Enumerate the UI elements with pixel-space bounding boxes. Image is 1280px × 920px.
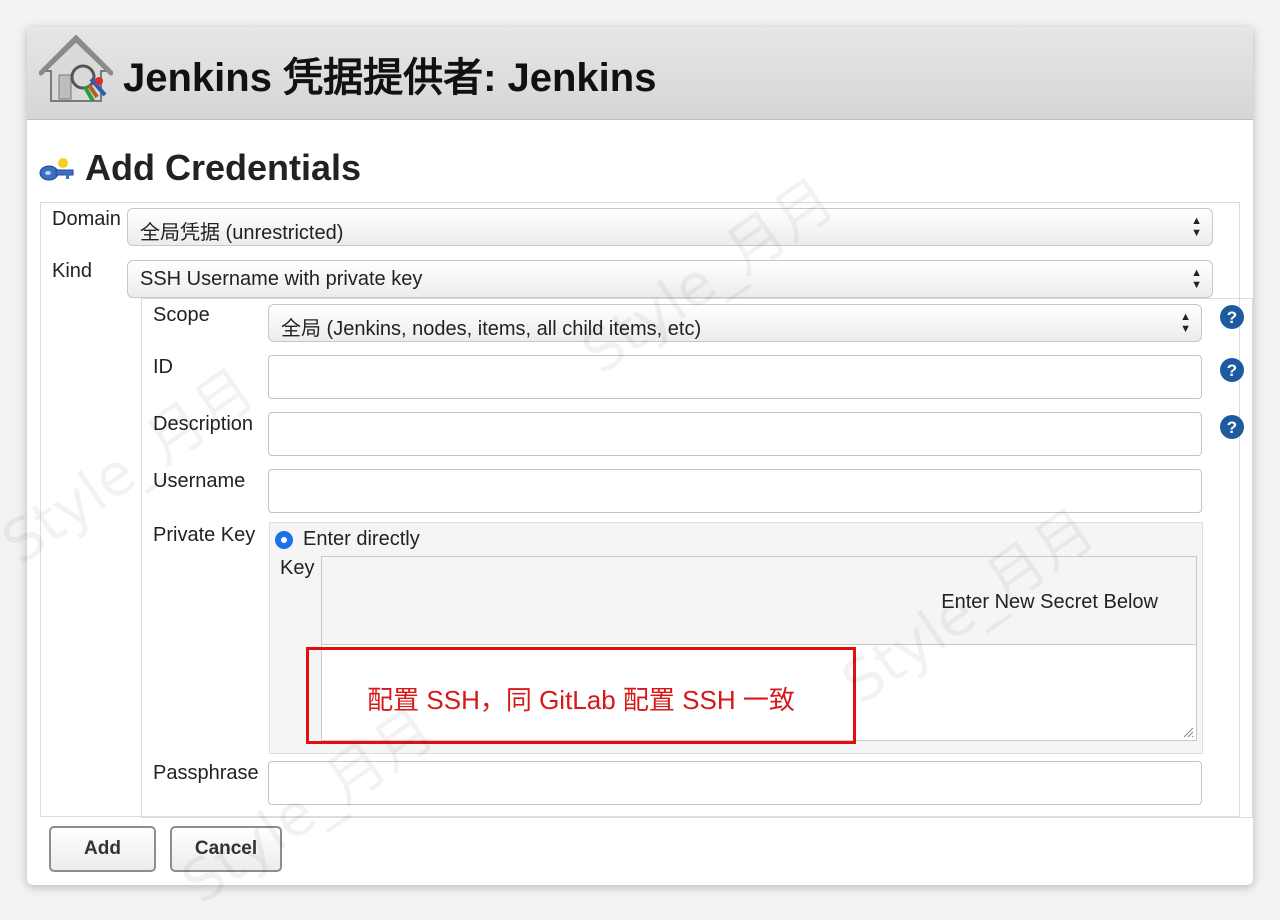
- help-icon[interactable]: ?: [1219, 304, 1245, 330]
- select-arrows-icon: ▲ ▼: [1180, 311, 1191, 335]
- id-label: ID: [153, 356, 173, 378]
- section-title: Add Credentials: [85, 147, 362, 188]
- credentials-page: Jenkins 凭据提供者: Jenkins Add Credentials D…: [27, 27, 1253, 885]
- key-icon: [39, 158, 74, 181]
- scope-label: Scope: [153, 304, 210, 326]
- help-icon[interactable]: ?: [1219, 357, 1245, 383]
- private-key-label: Private Key: [153, 524, 256, 546]
- page-title: Jenkins 凭据提供者: Jenkins: [123, 56, 657, 100]
- domain-select[interactable]: 全局凭据 (unrestricted) ▲ ▼: [127, 208, 1213, 246]
- description-input[interactable]: [268, 412, 1202, 456]
- secret-notice: Enter New Secret Below: [321, 556, 1197, 644]
- resize-handle-icon[interactable]: [1182, 726, 1194, 738]
- select-arrows-icon: ▲ ▼: [1191, 215, 1202, 239]
- svg-text:?: ?: [1227, 361, 1237, 380]
- svg-text:?: ?: [1227, 418, 1237, 437]
- passphrase-input[interactable]: [268, 761, 1202, 805]
- jenkins-credentials-house-icon: [39, 35, 113, 102]
- domain-label: Domain: [52, 208, 121, 230]
- description-label: Description: [153, 413, 254, 435]
- id-input[interactable]: [268, 355, 1202, 399]
- cancel-button[interactable]: Cancel: [170, 826, 282, 872]
- kind-label: Kind: [52, 260, 93, 282]
- add-button[interactable]: Add: [49, 826, 156, 872]
- annotation-text: 配置 SSH，同 GitLab 配置 SSH 一致: [367, 685, 795, 715]
- page-header: Jenkins 凭据提供者: Jenkins: [27, 27, 1253, 120]
- annotation-highlight-box: 配置 SSH，同 GitLab 配置 SSH 一致: [306, 647, 856, 744]
- secret-placeholder-text: Enter New Secret Below: [941, 591, 1158, 613]
- key-label: Key: [280, 557, 315, 579]
- select-arrows-icon: ▲ ▼: [1191, 267, 1202, 291]
- kind-select[interactable]: SSH Username with private key ▲ ▼: [127, 260, 1213, 298]
- scope-value: 全局 (Jenkins, nodes, items, all child ite…: [281, 318, 702, 340]
- radio-selected-icon[interactable]: [275, 530, 293, 549]
- help-icon[interactable]: ?: [1219, 414, 1245, 440]
- username-label: Username: [153, 470, 246, 492]
- scope-select[interactable]: 全局 (Jenkins, nodes, items, all child ite…: [268, 304, 1202, 342]
- enter-directly-label: Enter directly: [303, 528, 420, 550]
- passphrase-label: Passphrase: [153, 762, 259, 784]
- username-input[interactable]: [268, 469, 1202, 513]
- enter-directly-radio-option[interactable]: Enter directly: [275, 528, 420, 551]
- domain-value: 全局凭据 (unrestricted): [140, 222, 344, 244]
- svg-text:?: ?: [1227, 308, 1237, 327]
- kind-value: SSH Username with private key: [140, 268, 423, 290]
